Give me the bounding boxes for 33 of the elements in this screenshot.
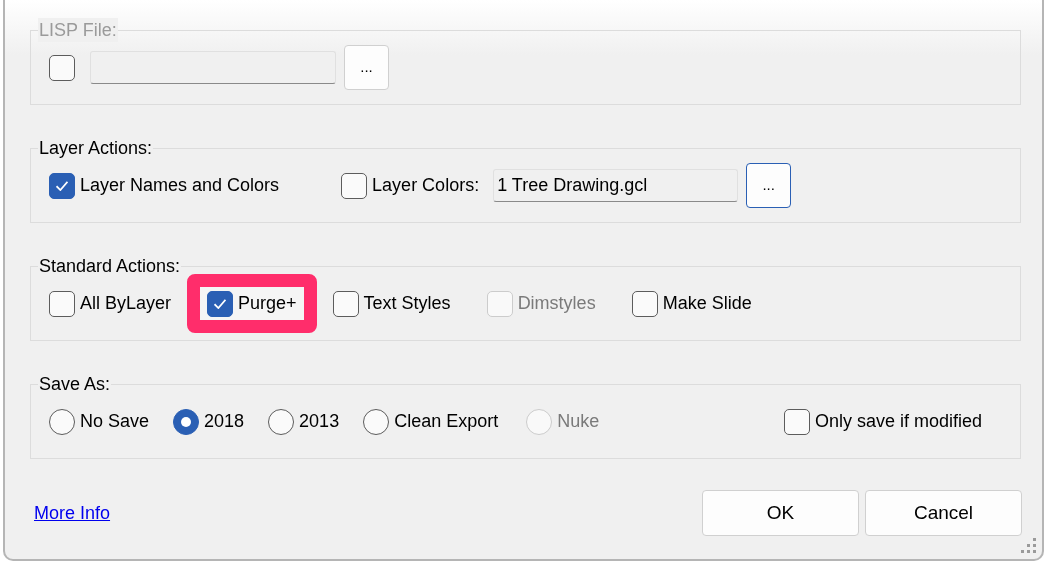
text-field[interactable]: 1 Tree Drawing.gcl bbox=[493, 169, 739, 202]
checkbox-label: Text Styles bbox=[363, 292, 451, 315]
checkbox-label: Make Slide bbox=[662, 292, 752, 315]
resize-grip-icon[interactable] bbox=[1020, 537, 1038, 555]
checkbox[interactable] bbox=[783, 408, 810, 435]
checkbox[interactable] bbox=[332, 290, 359, 317]
checkbox[interactable] bbox=[207, 290, 234, 317]
radio-button[interactable] bbox=[268, 408, 295, 435]
checkbox-label: Dimstyles bbox=[517, 292, 596, 315]
radio-button[interactable] bbox=[173, 408, 200, 435]
radio-label: Clean Export bbox=[394, 410, 499, 433]
checkbox-label: Layer Names and Colors bbox=[80, 174, 280, 197]
checkbox[interactable] bbox=[631, 290, 658, 317]
checkbox-label: Only save if modified bbox=[814, 410, 982, 433]
checkbox[interactable] bbox=[341, 172, 368, 199]
checkbox[interactable] bbox=[49, 172, 75, 199]
ok-button[interactable]: OK bbox=[702, 490, 859, 536]
checkmark-icon bbox=[56, 180, 68, 191]
more-info-link[interactable]: More Info bbox=[34, 499, 111, 527]
radio-label: 2018 bbox=[204, 410, 245, 433]
radio-button[interactable] bbox=[49, 408, 75, 435]
cancel-button[interactable]: Cancel bbox=[865, 490, 1022, 536]
radio-button[interactable] bbox=[363, 408, 390, 435]
radio-label: No Save bbox=[80, 410, 150, 433]
radio-label: Nuke bbox=[557, 410, 600, 433]
browse-button[interactable]: ... bbox=[746, 163, 792, 208]
checkbox-label: All ByLayer bbox=[80, 292, 172, 315]
checkmark-icon bbox=[214, 298, 227, 309]
checkbox-label: Purge+ bbox=[238, 292, 297, 315]
checkbox-label: Layer Colors: bbox=[372, 174, 480, 197]
radio-label: 2013 bbox=[299, 410, 340, 433]
group-title: LISP File: bbox=[38, 18, 118, 42]
checkbox[interactable] bbox=[49, 290, 75, 317]
